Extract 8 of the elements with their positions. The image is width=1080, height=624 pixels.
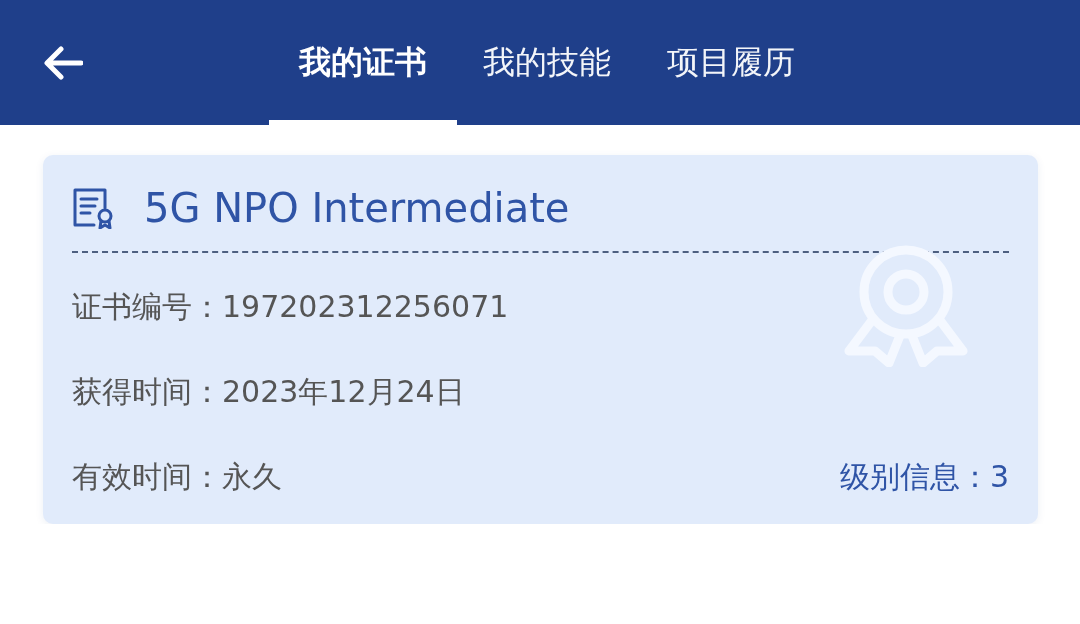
field-text: 证书编号：197202312256071 [72,288,509,326]
back-arrow-icon [43,45,83,80]
field-text: 获得时间：2023年12月24日 [72,373,465,411]
field-text: 有效时间：永久 [72,458,282,496]
certificate-title: 5G NPO Intermediate [144,185,570,231]
ribbon-badge-icon [843,245,969,367]
level-info: 级别信息：3 [839,458,1009,496]
tab[interactable]: 我的证书 [269,0,457,125]
